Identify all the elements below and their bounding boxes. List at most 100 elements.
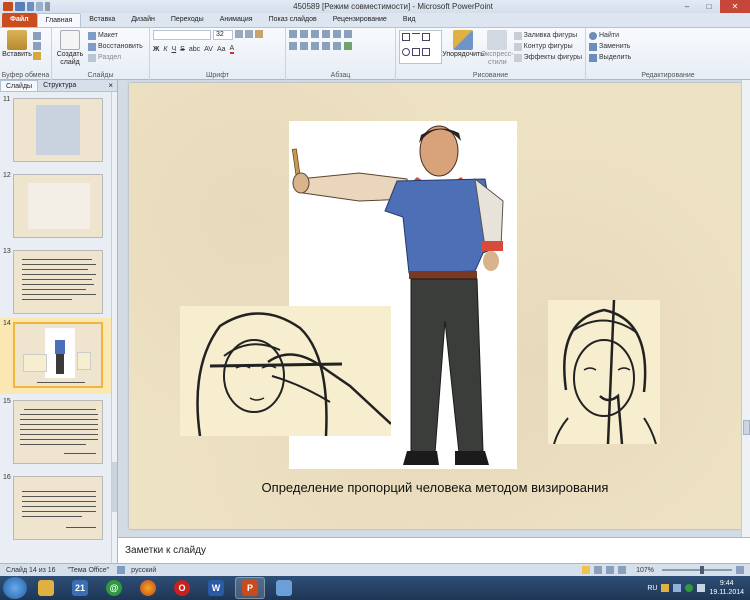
woman-sighting-sketch[interactable]	[180, 306, 392, 437]
fit-to-window-icon[interactable]	[736, 566, 744, 574]
copy-icon[interactable]	[33, 42, 41, 50]
strikethrough-button[interactable]: S	[180, 46, 185, 53]
font-color-button[interactable]: A	[229, 45, 235, 54]
undo-icon[interactable]	[27, 2, 34, 11]
slide-thumbnail-14[interactable]: 14	[0, 318, 112, 394]
notes-pane[interactable]: Заметки к слайду	[118, 537, 750, 563]
font-name-combo[interactable]	[153, 30, 211, 40]
slide-caption[interactable]: Определение пропорций человека методом в…	[129, 480, 741, 495]
slideshow-view-icon[interactable]	[618, 566, 627, 574]
slide-thumbnail-15[interactable]: 15	[0, 396, 112, 468]
zoom-slider[interactable]	[662, 566, 732, 574]
tab-transitions[interactable]: Переходы	[163, 13, 212, 27]
tab-view[interactable]: Вид	[395, 13, 424, 27]
zoom-slider-thumb[interactable]	[700, 566, 704, 574]
sorter-view-icon[interactable]	[594, 566, 603, 574]
current-slide[interactable]: Определение пропорций человека методом в…	[129, 83, 741, 529]
redo-icon[interactable]	[36, 2, 43, 11]
shape-brace-icon[interactable]	[422, 48, 430, 56]
align-left-icon[interactable]	[289, 42, 297, 50]
italic-button[interactable]: К	[163, 46, 167, 53]
replace-button[interactable]: Заменить	[589, 41, 747, 52]
shape-oval-icon[interactable]	[402, 48, 410, 56]
font-size-combo[interactable]: 32	[213, 30, 233, 40]
quick-styles-button[interactable]: Экспресс-стили	[481, 30, 514, 67]
clear-format-icon[interactable]	[255, 30, 263, 38]
notes-placeholder[interactable]: Заметки к слайду	[125, 545, 206, 556]
shape-arrow-icon[interactable]	[422, 33, 430, 41]
cut-icon[interactable]	[33, 32, 41, 40]
text-direction-icon[interactable]	[344, 30, 352, 38]
line-spacing-icon[interactable]	[333, 30, 341, 38]
slide-thumbnail-13[interactable]: 13	[0, 246, 112, 318]
change-case-button[interactable]: Aa	[217, 46, 226, 53]
increase-indent-icon[interactable]	[322, 30, 330, 38]
start-button[interactable]	[3, 577, 27, 599]
taskbar-powerpoint[interactable]: P	[235, 577, 265, 599]
numbering-icon[interactable]	[300, 30, 308, 38]
columns-icon[interactable]	[333, 42, 341, 50]
taskbar-word[interactable]: W	[201, 577, 231, 599]
theme-name[interactable]: "Тема Office"	[62, 567, 116, 574]
minimize-button[interactable]: –	[676, 0, 698, 13]
keyboard-language[interactable]: RU	[647, 585, 657, 592]
powerpoint-app-icon[interactable]	[3, 2, 13, 11]
tab-animations[interactable]: Анимация	[212, 13, 261, 27]
shape-rect-icon[interactable]	[402, 33, 410, 41]
close-button[interactable]: ✕	[720, 0, 750, 13]
find-button[interactable]: Найти	[589, 30, 747, 41]
grow-font-icon[interactable]	[235, 30, 243, 38]
shape-triangle-icon[interactable]	[412, 48, 420, 56]
smartart-icon[interactable]	[344, 42, 352, 50]
tab-outline[interactable]: Структура	[38, 80, 81, 91]
tray-network-icon[interactable]	[673, 584, 682, 592]
taskbar-paint[interactable]	[269, 577, 299, 599]
tray-volume-icon[interactable]	[697, 584, 706, 592]
tray-agent-icon[interactable]	[685, 584, 694, 592]
format-painter-icon[interactable]	[33, 52, 41, 60]
tab-review[interactable]: Рецензирование	[325, 13, 395, 27]
tab-slideshow[interactable]: Показ слайдов	[261, 13, 325, 27]
align-center-icon[interactable]	[300, 42, 308, 50]
tab-design[interactable]: Дизайн	[123, 13, 163, 27]
bold-button[interactable]: Ж	[153, 46, 159, 53]
shape-fill-button[interactable]: Заливка фигуры	[513, 30, 582, 41]
slide-scroll-thumb[interactable]	[743, 420, 750, 435]
slides-pane-scroll-thumb[interactable]	[112, 462, 117, 512]
tray-app-icon[interactable]	[661, 584, 670, 592]
system-clock[interactable]: 9:44 19.11.2014	[709, 579, 744, 597]
tab-file[interactable]: Файл	[2, 13, 37, 27]
align-right-icon[interactable]	[311, 42, 319, 50]
decrease-indent-icon[interactable]	[311, 30, 319, 38]
tab-slides[interactable]: Слайды	[0, 80, 39, 91]
slide-thumbnail-11[interactable]: 11	[0, 94, 112, 166]
maximize-button[interactable]: □	[698, 0, 720, 13]
underline-button[interactable]: Ч	[171, 46, 176, 53]
layout-button[interactable]: Макет	[88, 30, 143, 41]
taskbar-explorer[interactable]	[31, 577, 61, 599]
slide-thumbnail-16[interactable]: 16	[0, 472, 112, 544]
shape-outline-button[interactable]: Контур фигуры	[513, 41, 582, 52]
reading-view-icon[interactable]	[606, 566, 615, 574]
shrink-font-icon[interactable]	[245, 30, 253, 38]
shape-line-icon[interactable]	[412, 33, 420, 41]
slide-thumbnail-12[interactable]: 12	[0, 170, 112, 242]
slide-scrollbar[interactable]	[741, 80, 750, 537]
customize-toolbar-icon[interactable]	[45, 2, 50, 11]
paste-button[interactable]: Вставить	[2, 30, 32, 60]
shapes-gallery[interactable]	[399, 30, 443, 64]
taskbar-mail[interactable]: @	[99, 577, 129, 599]
taskbar-firefox[interactable]	[133, 577, 163, 599]
bullets-icon[interactable]	[289, 30, 297, 38]
tab-insert[interactable]: Вставка	[81, 13, 123, 27]
reset-button[interactable]: Восстановить	[88, 41, 143, 52]
taskbar-opera[interactable]: O	[167, 577, 197, 599]
section-button[interactable]: Раздел	[88, 52, 143, 63]
boy-sighting-sketch[interactable]	[548, 299, 660, 445]
new-slide-button[interactable]: Создать слайд	[55, 30, 85, 67]
text-shadow-button[interactable]: abc	[189, 46, 200, 53]
normal-view-icon[interactable]	[582, 566, 591, 574]
arrange-button[interactable]: Упорядочить	[442, 30, 484, 67]
justify-icon[interactable]	[322, 42, 330, 50]
taskbar-calendar[interactable]: 21	[65, 577, 95, 599]
